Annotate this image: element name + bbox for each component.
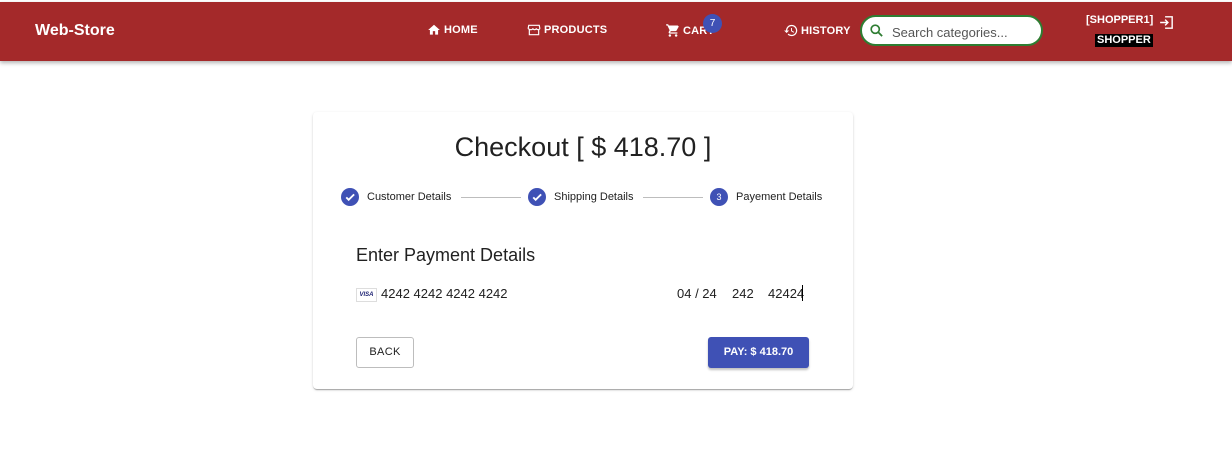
logout-button[interactable]: [1158, 14, 1175, 36]
step-3-label: Payement Details: [736, 191, 823, 203]
pay-button[interactable]: PAY: $ 418.70: [708, 337, 809, 368]
step-connector: [643, 197, 703, 198]
search-box: [860, 15, 1043, 46]
visa-card-icon: VISA: [356, 288, 377, 302]
nav-home-button[interactable]: HOME: [426, 23, 478, 37]
card-number-field[interactable]: 4242 4242 4242 4242: [381, 286, 508, 301]
history-icon: [784, 24, 798, 37]
app-bar: Web-Store HOME PRODUCTS CART 7 HISTORY […: [0, 2, 1232, 61]
storefront-icon: [527, 24, 541, 36]
card-cvc-field[interactable]: 242: [732, 286, 754, 301]
step-1-check-icon: [341, 188, 359, 206]
nav-home-label: HOME: [444, 24, 478, 36]
logout-icon: [1160, 16, 1173, 29]
brand-logo[interactable]: Web-Store: [35, 22, 115, 40]
card-zip-field[interactable]: 42424: [768, 286, 804, 301]
search-icon: [870, 24, 883, 37]
card-expiry-field[interactable]: 04 / 24: [677, 286, 717, 301]
cart-icon: [666, 24, 679, 37]
user-name: [SHOPPER1]: [1086, 14, 1154, 26]
step-3-number: 3: [710, 188, 728, 206]
home-icon: [428, 24, 440, 35]
step-2-label: Shipping Details: [554, 191, 634, 203]
step-connector: [461, 197, 521, 198]
search-input[interactable]: [890, 20, 1042, 44]
checkout-card: Checkout [ $ 418.70 ] Customer Details S…: [313, 112, 853, 389]
back-button[interactable]: BACK: [356, 337, 414, 368]
cart-count-badge: 7: [703, 14, 722, 33]
checkout-title: Checkout [ $ 418.70 ]: [454, 132, 712, 162]
text-cursor: [802, 285, 803, 301]
nav-history-label: HISTORY: [801, 24, 851, 37]
user-role-badge: SHOPPER: [1095, 34, 1153, 47]
payment-section-title: Enter Payment Details: [356, 245, 536, 265]
nav-history-button[interactable]: HISTORY: [783, 23, 851, 38]
nav-products-label: PRODUCTS: [544, 24, 608, 36]
step-2-check-icon: [528, 188, 546, 206]
nav-products-button[interactable]: PRODUCTS: [526, 23, 607, 37]
step-1-label: Customer Details: [367, 191, 452, 203]
